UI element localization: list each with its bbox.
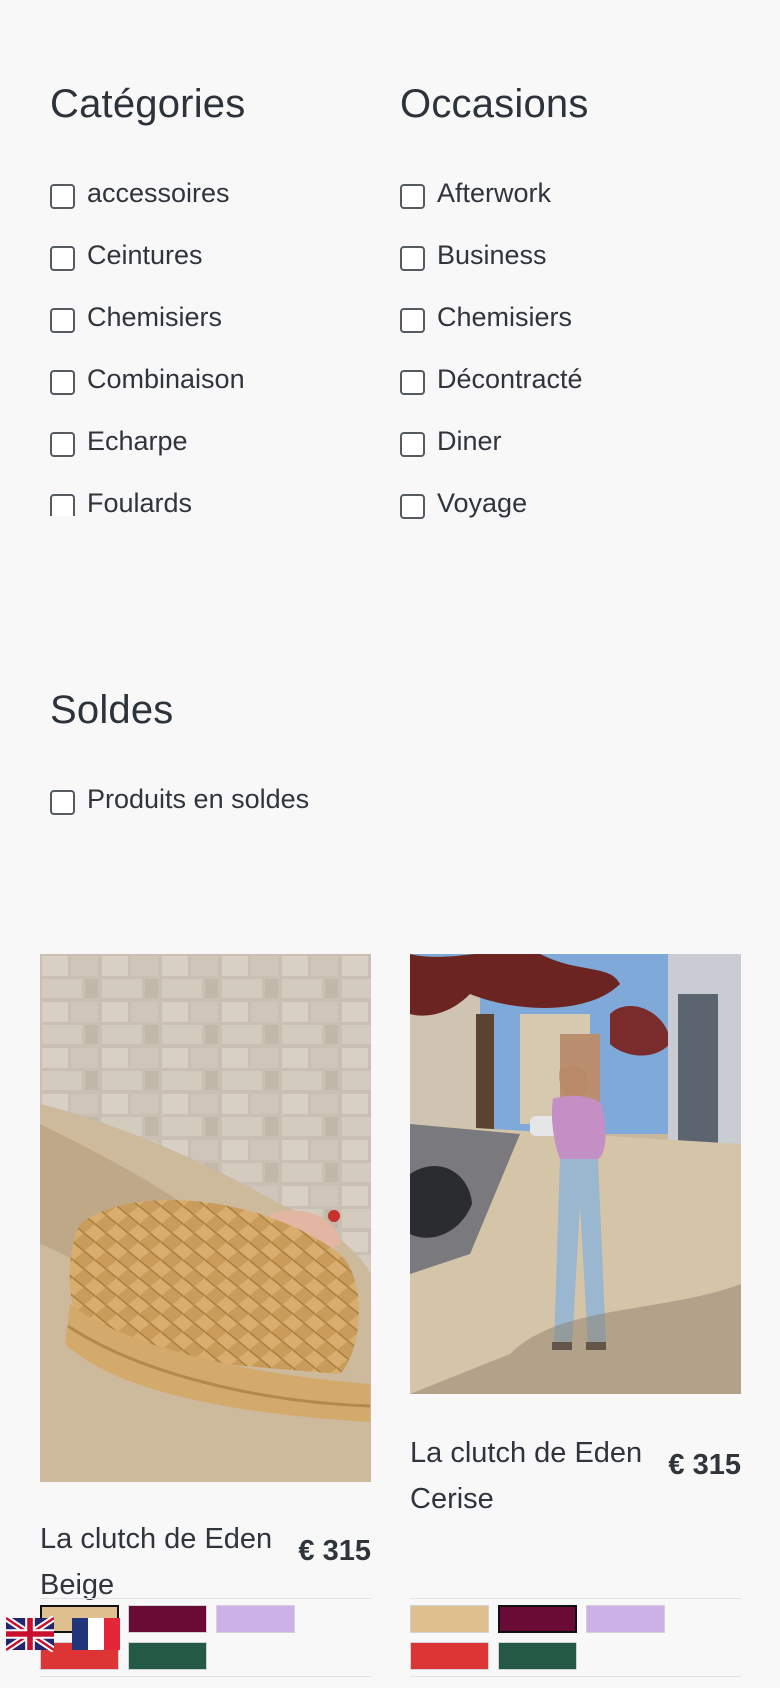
checkbox[interactable] [400, 369, 425, 395]
filter-option-decontracte[interactable]: Décontracté [400, 348, 730, 410]
sales-filter: Soldes Produits en soldes [50, 690, 450, 830]
swatch-cerise[interactable] [128, 1605, 207, 1633]
filter-option-chemisiers[interactable]: Chemisiers [50, 286, 360, 348]
swatch-red[interactable] [410, 1642, 489, 1670]
categories-title: Catégories [50, 82, 246, 126]
product-price: € 315 [298, 1535, 371, 1567]
swatch-lilac[interactable] [216, 1605, 295, 1633]
option-label: Décontracté [437, 363, 583, 394]
filter-option-foulards[interactable]: Foulards [50, 472, 360, 516]
option-label: Chemisiers [437, 301, 573, 332]
swatch-beige[interactable] [410, 1605, 489, 1633]
street-model-photo [410, 954, 741, 1394]
product-image[interactable] [410, 954, 741, 1394]
checkbox[interactable] [50, 431, 75, 457]
checkbox[interactable] [50, 183, 75, 209]
checkbox[interactable] [400, 307, 425, 333]
option-label: Voyage [437, 487, 528, 518]
swatch-green[interactable] [498, 1642, 577, 1670]
option-label: Afterwork [437, 177, 552, 208]
option-label: Produits en soldes [87, 783, 310, 814]
occasions-title: Occasions [400, 82, 589, 126]
categories-scroll[interactable]: accessoires Ceintures Chemisiers Combina… [50, 124, 360, 516]
checkbox[interactable] [400, 431, 425, 457]
filter-option-accessoires[interactable]: accessoires [50, 162, 360, 224]
checkbox[interactable] [400, 183, 425, 209]
product-name[interactable]: La clutch de Eden Cerise [410, 1430, 650, 1522]
option-label: accessoires [87, 177, 230, 208]
product-image[interactable] [40, 954, 371, 1482]
sales-title: Soldes [50, 688, 174, 732]
filter-option-business[interactable]: Business [400, 224, 730, 286]
divider [40, 1676, 371, 1677]
categories-filter: Catégories accessoires Ceintures Chemisi… [50, 84, 360, 516]
beige-clutch-photo [40, 954, 371, 1482]
filter-option-echarpe[interactable]: Echarpe [50, 410, 360, 472]
option-label: Diner [437, 425, 502, 456]
swatch-cerise[interactable] [498, 1605, 577, 1633]
french-flag-icon[interactable] [72, 1616, 120, 1652]
product-card[interactable]: La clutch de Eden Cerise € 315 [410, 954, 741, 1677]
checkbox[interactable] [50, 307, 75, 333]
option-label: Ceintures [87, 239, 203, 270]
filter-option-combinaison[interactable]: Combinaison [50, 348, 360, 410]
option-label: Echarpe [87, 425, 188, 456]
option-label: Chemisiers [87, 301, 223, 332]
english-flag-icon[interactable] [6, 1616, 54, 1652]
language-switcher [6, 1616, 120, 1652]
filter-option-diner[interactable]: Diner [400, 410, 730, 472]
checkbox[interactable] [50, 369, 75, 395]
color-swatches [410, 1598, 741, 1679]
checkbox[interactable] [400, 493, 425, 519]
checkbox[interactable] [400, 245, 425, 271]
filter-option-sale-products[interactable]: Produits en soldes [50, 768, 450, 830]
filter-option-voyage[interactable]: Voyage [400, 472, 730, 534]
product-name[interactable]: La clutch de Eden Beige [40, 1516, 280, 1608]
checkbox[interactable] [50, 245, 75, 271]
filter-option-afterwork[interactable]: Afterwork [400, 162, 730, 224]
product-price: € 315 [668, 1449, 741, 1481]
filter-option-chemisiers[interactable]: Chemisiers [400, 286, 730, 348]
option-label: Business [437, 239, 547, 270]
option-label: Combinaison [87, 363, 245, 394]
product-card[interactable]: La clutch de Eden Beige € 315 [40, 954, 371, 1677]
swatch-lilac[interactable] [586, 1605, 665, 1633]
option-label: Foulards [87, 487, 193, 517]
checkbox[interactable] [50, 789, 75, 815]
swatch-green[interactable] [128, 1642, 207, 1670]
occasions-filter: Occasions Afterwork Business Chemisiers … [400, 84, 730, 534]
checkbox[interactable] [50, 493, 75, 516]
divider [410, 1676, 741, 1677]
filter-option-ceintures[interactable]: Ceintures [50, 224, 360, 286]
